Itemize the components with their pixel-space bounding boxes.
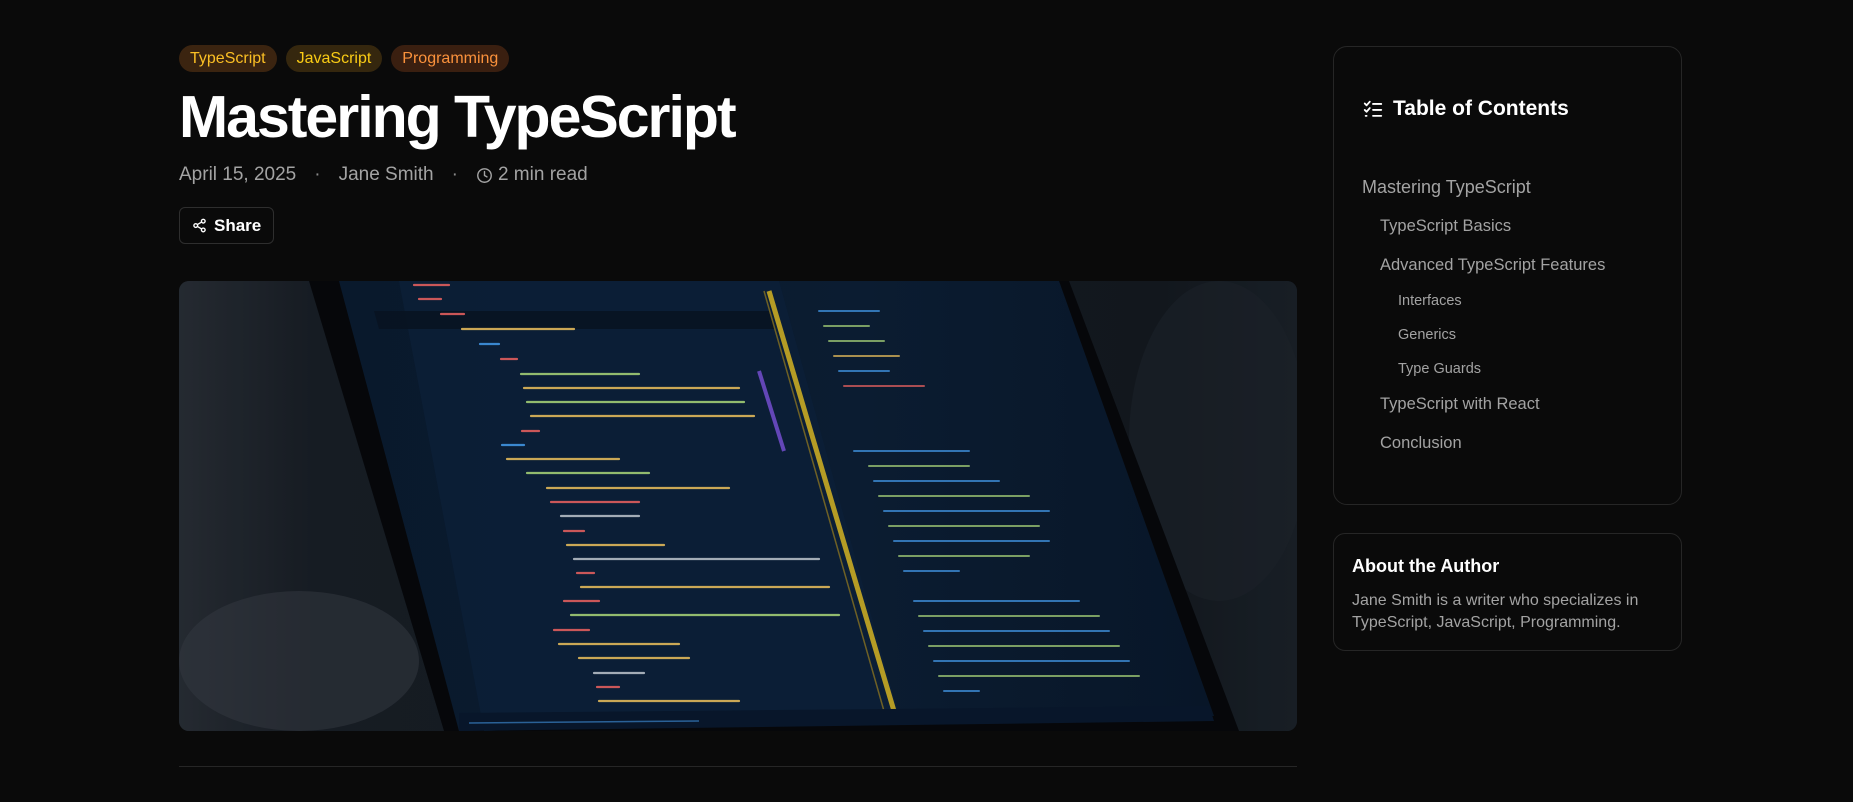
hero-image bbox=[179, 281, 1297, 731]
author-name: Jane Smith bbox=[338, 164, 434, 185]
toc-link-advanced-features[interactable]: Advanced TypeScript Features bbox=[1380, 256, 1605, 275]
meta-separator: · bbox=[451, 164, 458, 185]
toc-link-interfaces[interactable]: Interfaces bbox=[1398, 293, 1462, 309]
toc-link-conclusion[interactable]: Conclusion bbox=[1380, 434, 1462, 453]
toc-header: Table of Contents bbox=[1362, 97, 1569, 121]
content-divider bbox=[179, 766, 1297, 767]
article: TypeScript JavaScript Programming Master… bbox=[179, 45, 1297, 767]
author-bio: Jane Smith is a writer who specializes i… bbox=[1352, 592, 1639, 631]
blog-post-page: TypeScript JavaScript Programming Master… bbox=[0, 0, 1853, 802]
about-author-card: About the Author Jane Smith is a writer … bbox=[1333, 533, 1682, 651]
article-title: Mastering TypeScript bbox=[179, 84, 737, 150]
tag-typescript[interactable]: TypeScript bbox=[179, 45, 277, 72]
toc-link-generics[interactable]: Generics bbox=[1398, 327, 1456, 343]
list-checks-icon bbox=[1362, 98, 1384, 120]
share-button[interactable]: Share bbox=[179, 207, 275, 244]
share-label: Share bbox=[214, 215, 262, 235]
laptop-code-illustration bbox=[179, 281, 1297, 731]
publish-date: April 15, 2025 bbox=[179, 164, 297, 185]
toc-link-mastering-typescript[interactable]: Mastering TypeScript bbox=[1362, 177, 1531, 198]
tag-javascript[interactable]: JavaScript bbox=[285, 45, 383, 72]
tag-programming[interactable]: Programming bbox=[391, 45, 510, 72]
tag-list: TypeScript JavaScript Programming bbox=[179, 45, 1297, 73]
about-author-title: About the Author bbox=[1352, 556, 1500, 576]
toc-link-typescript-basics[interactable]: TypeScript Basics bbox=[1380, 217, 1511, 236]
meta-separator: · bbox=[314, 164, 321, 185]
read-time: 2 min read bbox=[497, 164, 588, 185]
toc-link-typescript-with-react[interactable]: TypeScript with React bbox=[1380, 395, 1540, 414]
toc-link-type-guards[interactable]: Type Guards bbox=[1398, 361, 1481, 377]
table-of-contents: Table of Contents Mastering TypeScript T… bbox=[1333, 46, 1682, 505]
clock-icon bbox=[476, 167, 493, 184]
toc-title: Table of Contents bbox=[1393, 97, 1569, 120]
article-meta: April 15, 2025 · Jane Smith · 2 min read bbox=[179, 163, 1297, 187]
share-icon bbox=[192, 218, 207, 233]
